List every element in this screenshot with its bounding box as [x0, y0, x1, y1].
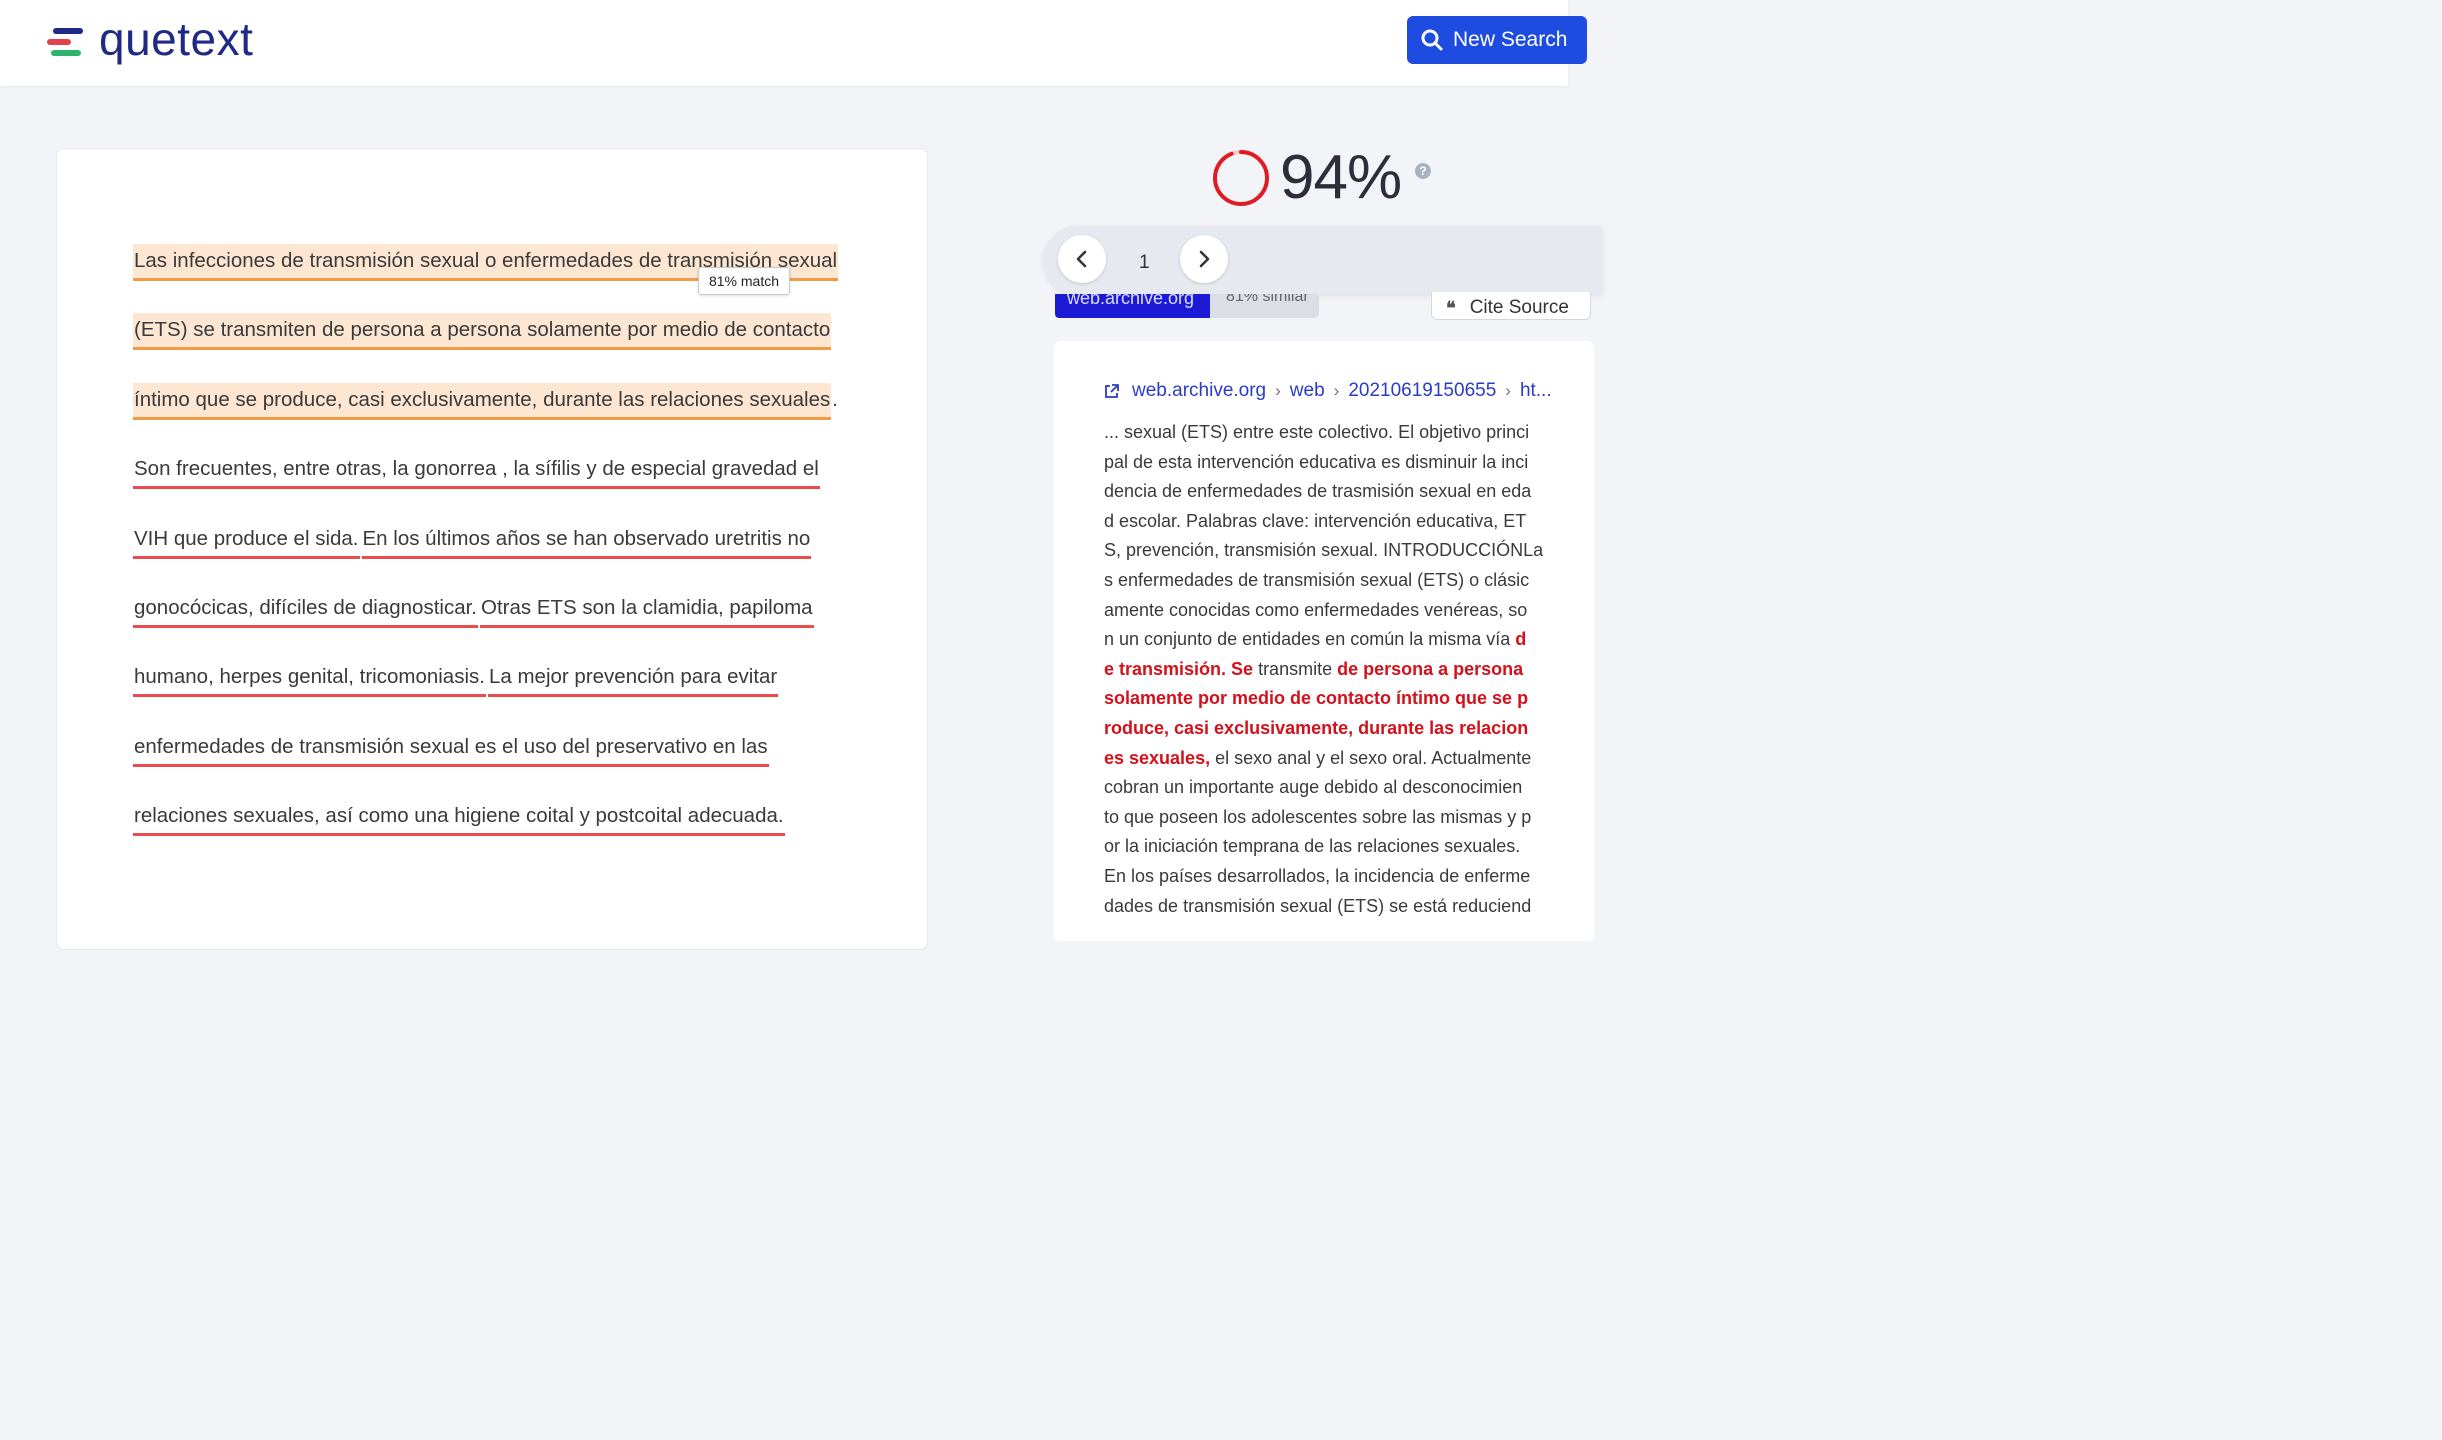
matched-segment[interactable]: humano, herpes genital, tricomoniasis.	[133, 660, 486, 698]
source-match-text: e transmisión. Se	[1104, 658, 1254, 679]
chevron-left-icon	[1076, 250, 1087, 268]
source-similarity-tag: 81% similar	[1210, 294, 1319, 318]
quote-icon: ❝	[1446, 298, 1456, 318]
source-text: d escolar. Palabras clave: intervención …	[1104, 510, 1527, 531]
source-line: d escolar. Palabras clave: intervención …	[1104, 509, 1526, 533]
source-match-text: de persona a persona	[1337, 658, 1524, 679]
question-circle-icon[interactable]: ?	[1415, 163, 1431, 179]
document-text-segment: .	[832, 387, 838, 411]
document-line: gonocócicas, difíciles de diagnosticar. …	[133, 591, 814, 628]
source-pager: 1	[1043, 226, 1603, 294]
source-line: solamente por medio de contacto íntimo q…	[1104, 686, 1528, 710]
source-text: transmite	[1253, 658, 1338, 679]
matched-segment[interactable]: relaciones sexuales, así como una higien…	[133, 799, 785, 837]
breadcrumb-part[interactable]: 20210619150655	[1348, 380, 1496, 402]
breadcrumb-separator-icon: ›	[1505, 381, 1511, 400]
source-line: or la iniciación temprana de las relacio…	[1104, 834, 1520, 858]
breadcrumb-separator-icon: ›	[1275, 381, 1281, 400]
source-line: dencia de enfermedades de trasmisión sex…	[1104, 479, 1531, 503]
document-line: humano, herpes genital, tricomoniasis. L…	[133, 660, 779, 698]
matched-segment[interactable]: Otras ETS son la clamidia, papiloma	[480, 591, 814, 628]
source-match-text: es sexuales,	[1104, 747, 1211, 768]
next-source-button[interactable]	[1180, 235, 1228, 283]
top-header: quetext New Search	[0, 0, 1587, 86]
source-text: dencia de enfermedades de trasmisión sex…	[1104, 481, 1532, 502]
external-link-icon[interactable]	[1103, 383, 1120, 400]
document-line: relaciones sexuales, así como una higien…	[133, 799, 785, 837]
source-text: S, prevención, transmisión sexual. INTRO…	[1104, 540, 1544, 561]
source-match-text: d	[1515, 629, 1527, 650]
document-line: VIH que produce el sida. En los últimos …	[133, 522, 812, 559]
search-icon	[1421, 29, 1443, 51]
matched-segment[interactable]: enfermedades de transmisión sexual es el…	[133, 730, 769, 767]
source-line: n un conjunto de entidades en común la m…	[1104, 627, 1526, 651]
matched-segment[interactable]: Son frecuentes, entre otras, la gonorrea…	[133, 452, 820, 490]
matched-segment[interactable]: íntimo que se produce, casi exclusivamen…	[133, 382, 832, 420]
source-line: cobran un importante auge debido al desc…	[1104, 775, 1522, 799]
matched-segment[interactable]: (ETS) se transmiten de persona a persona…	[133, 313, 832, 351]
source-text: amente conocidas como enfermedades venér…	[1104, 599, 1528, 620]
match-tooltip: 81% match	[698, 267, 790, 295]
source-match-text: roduce, casi exclusivamente, durante las…	[1104, 718, 1529, 738]
source-text: dades de transmisión sexual (ETS) se est…	[1104, 895, 1532, 916]
pager-current-number: 1	[1139, 252, 1150, 273]
matched-segment[interactable]: En los últimos años se han observado ure…	[361, 522, 812, 559]
source-line: amente conocidas como enfermedades venér…	[1104, 598, 1527, 622]
source-text: or la iniciación temprana de las relacio…	[1104, 836, 1521, 857]
quetext-logo[interactable]: quetext	[47, 14, 253, 70]
document-line: íntimo que se produce, casi exclusivamen…	[133, 382, 839, 420]
score-ring-icon	[1213, 149, 1269, 206]
breadcrumb-separator-icon: ›	[1333, 381, 1340, 400]
source-text: to que poseen los adolescentes sobre las…	[1104, 806, 1532, 827]
source-text: cobran un importante auge debido al desc…	[1104, 777, 1523, 798]
source-line: ... sexual (ETS) entre este colectivo. E…	[1104, 420, 1529, 444]
logo-mark-icon	[47, 22, 87, 62]
logo-text: quetext	[99, 13, 254, 65]
matched-segment[interactable]: La mejor prevención para evitar	[487, 660, 779, 698]
source-tag[interactable]: web.archive.org 81% similar	[1055, 294, 1319, 318]
similarity-score: 94%	[1212, 142, 1402, 213]
document-line: enfermedades de transmisión sexual es el…	[133, 730, 769, 767]
source-text: En los países desarrollados, la incidenc…	[1104, 866, 1531, 886]
source-text: s enfermedades de transmisión sexual (ET…	[1104, 570, 1530, 590]
source-line: to que poseen los adolescentes sobre las…	[1104, 805, 1531, 829]
cite-source-button[interactable]: ❝ Cite Source	[1431, 292, 1591, 320]
source-line: roduce, casi exclusivamente, durante las…	[1104, 716, 1528, 740]
source-text: pal de esta intervención educativa es di…	[1104, 451, 1529, 472]
source-text: ... sexual (ETS) entre este colectivo. E…	[1104, 422, 1530, 442]
prev-source-button[interactable]	[1058, 235, 1106, 283]
score-value: 94%	[1280, 143, 1402, 212]
source-line: es sexuales, el sexo anal y el sexo oral…	[1104, 746, 1531, 770]
source-site-tag: web.archive.org	[1055, 294, 1210, 318]
new-search-label: New Search	[1453, 28, 1568, 51]
breadcrumb-part[interactable]: ht...	[1520, 380, 1552, 402]
source-line: S, prevención, transmisión sexual. INTRO…	[1104, 538, 1543, 562]
source-match-text: solamente por medio de contacto íntimo q…	[1104, 688, 1529, 709]
document-line: (ETS) se transmiten de persona a persona…	[133, 313, 832, 351]
breadcrumb-part[interactable]: web.archive.org	[1132, 380, 1266, 402]
matched-segment[interactable]: VIH que produce el sida.	[133, 522, 360, 559]
source-line: e transmisión. Se transmite de persona a…	[1104, 657, 1523, 681]
breadcrumb-part[interactable]: web	[1290, 380, 1325, 402]
source-line: pal de esta intervención educativa es di…	[1104, 450, 1528, 474]
source-text: el sexo anal y el sexo oral. Actualmente	[1210, 747, 1532, 768]
source-line: dades de transmisión sexual (ETS) se est…	[1104, 894, 1531, 918]
source-breadcrumb[interactable]: web.archive.org › web › 20210619150655 ›…	[1103, 380, 1552, 402]
source-text: n un conjunto de entidades en común la m…	[1104, 629, 1516, 650]
cite-source-label: Cite Source	[1469, 297, 1569, 318]
source-line: En los países desarrollados, la incidenc…	[1104, 864, 1530, 888]
matched-segment[interactable]: gonocócicas, difíciles de diagnosticar.	[133, 591, 479, 628]
source-line: s enfermedades de transmisión sexual (ET…	[1104, 568, 1529, 592]
new-search-button[interactable]: New Search	[1407, 16, 1587, 64]
document-line: Son frecuentes, entre otras, la gonorrea…	[133, 452, 820, 490]
chevron-right-icon	[1199, 250, 1210, 268]
